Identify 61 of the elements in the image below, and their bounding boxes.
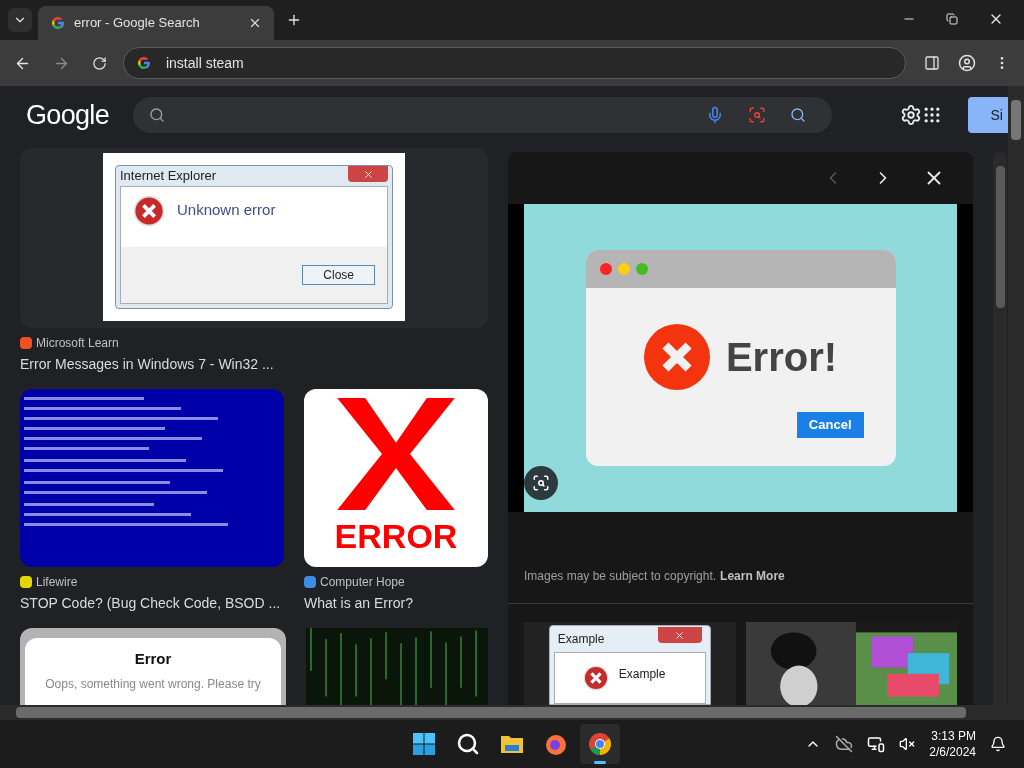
result-card[interactable]: Internet Explorer Unknown error Close bbox=[20, 148, 488, 328]
dialog-title: Internet Explorer bbox=[120, 167, 217, 185]
clock-date[interactable]: 2/6/2024 bbox=[929, 744, 976, 760]
result-title[interactable]: STOP Code? (Bug Check Code, BSOD ... bbox=[20, 593, 284, 614]
dialog-message: Example bbox=[618, 666, 666, 683]
browser-tab[interactable]: error - Google Search bbox=[38, 6, 274, 40]
copyright-notice: Images may be subject to copyright. bbox=[524, 568, 717, 585]
lens-icon bbox=[532, 474, 550, 492]
dialog-message: Unknown error bbox=[177, 200, 276, 221]
google-icon bbox=[50, 15, 66, 31]
result-card[interactable]: ERROR bbox=[304, 389, 488, 567]
search-icon bbox=[456, 732, 480, 756]
profile-icon[interactable] bbox=[958, 54, 976, 72]
search-icon bbox=[149, 107, 165, 123]
result-source: Lifewire bbox=[36, 574, 78, 591]
address-bar[interactable]: install steam bbox=[122, 47, 906, 79]
restore-icon[interactable] bbox=[946, 13, 958, 25]
search-field[interactable] bbox=[133, 97, 833, 133]
clock-time[interactable]: 3:13 PM bbox=[931, 728, 976, 744]
result-title[interactable]: What is an Error? bbox=[304, 593, 488, 614]
result-source: Computer Hope bbox=[320, 574, 405, 591]
card-message: Oops, something went wrong. Please try bbox=[45, 675, 261, 693]
dialog-message: Error! bbox=[725, 334, 838, 381]
new-tab-icon[interactable] bbox=[286, 12, 302, 28]
running-indicator bbox=[594, 761, 606, 764]
error-icon bbox=[133, 194, 165, 227]
reload-icon[interactable] bbox=[91, 55, 107, 71]
tab-list-button[interactable] bbox=[8, 8, 32, 32]
settings-icon[interactable] bbox=[900, 104, 923, 126]
related-card[interactable]: Example Example bbox=[524, 622, 736, 705]
site-icon bbox=[304, 576, 316, 588]
close-icon[interactable] bbox=[248, 16, 262, 30]
site-icon bbox=[20, 576, 32, 588]
close-icon bbox=[657, 627, 702, 643]
sign-in-button[interactable]: Si bbox=[968, 97, 1008, 133]
network-icon[interactable] bbox=[867, 735, 886, 753]
dialog-button: Close bbox=[302, 264, 375, 285]
notifications-icon[interactable] bbox=[990, 736, 1006, 752]
search-icon[interactable] bbox=[790, 107, 807, 123]
close-icon bbox=[348, 166, 388, 182]
site-icon bbox=[20, 337, 32, 349]
result-title[interactable]: Error Messages in Windows 7 - Win32 ... bbox=[20, 354, 488, 375]
dialog-title: Example bbox=[557, 631, 605, 648]
muted-speaker-icon[interactable] bbox=[899, 736, 916, 752]
tab-title: error - Google Search bbox=[74, 14, 201, 33]
side-panel-icon[interactable] bbox=[924, 55, 940, 71]
firefox-icon bbox=[544, 732, 568, 756]
result-card[interactable]: Error Oops, something went wrong. Please try bbox=[20, 628, 286, 705]
taskbar-app[interactable] bbox=[580, 724, 620, 764]
address-text: install steam bbox=[165, 53, 244, 73]
google-logo[interactable]: Google bbox=[26, 94, 109, 136]
learn-more-link[interactable]: Learn More bbox=[720, 567, 785, 585]
chrome-icon bbox=[588, 732, 612, 756]
card-heading: Error bbox=[134, 649, 172, 669]
camera-search-icon[interactable] bbox=[748, 106, 767, 124]
image-caption: ERROR bbox=[334, 519, 458, 553]
windows-icon bbox=[412, 732, 436, 756]
google-icon bbox=[135, 55, 152, 71]
error-icon bbox=[643, 324, 710, 390]
result-source: Microsoft Learn bbox=[36, 335, 119, 352]
cloud-off-icon[interactable] bbox=[835, 735, 854, 753]
